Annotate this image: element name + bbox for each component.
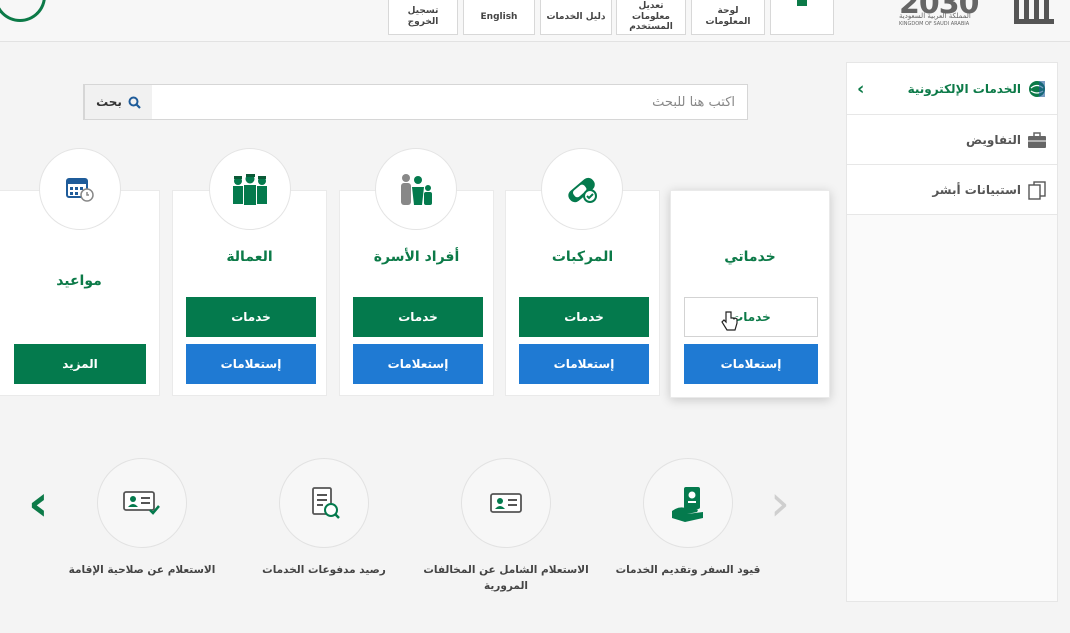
calendar-icon <box>39 148 121 230</box>
invoice-icon <box>312 487 340 519</box>
services-button[interactable]: خدمات <box>519 297 649 337</box>
sidebar-item-eservices[interactable]: ‹ الخدمات الإلكترونية <box>847 63 1057 115</box>
search-button[interactable]: بحث <box>84 85 152 119</box>
card-my-services: خدماتي خدمات إستعلامات <box>670 190 830 398</box>
id-check-icon <box>123 491 160 515</box>
id-card-icon <box>490 493 522 513</box>
globe-icon <box>1027 79 1047 99</box>
card-title: المركبات <box>551 249 614 265</box>
inquiries-button[interactable]: إستعلامات <box>684 344 818 384</box>
search-icon <box>128 96 141 109</box>
services-button[interactable]: خدمات <box>186 297 316 337</box>
carousel-label: رصيد مدفوعات الخدمات <box>262 564 386 576</box>
emblem-logo <box>0 0 46 22</box>
iqama-validity-item[interactable] <box>97 458 187 548</box>
card-title: العمالة <box>226 249 273 265</box>
carousel-next-arrow[interactable]: › <box>770 478 790 528</box>
sidebar-item-label: الخدمات الإلكترونية <box>907 81 1021 96</box>
services-guide-button[interactable]: دليل الخدمات <box>540 0 612 35</box>
briefcase-icon <box>1027 130 1047 150</box>
carousel-label: قيود السفر وتقديم الخدمات <box>615 564 761 576</box>
traffic-violations-item[interactable] <box>461 458 551 548</box>
sidebar-item-label: التفاويض <box>966 132 1021 147</box>
hand-cursor-icon <box>721 311 738 331</box>
card-title: أفراد الأسرة <box>373 249 460 265</box>
workers-icon <box>209 148 291 230</box>
documents-icon <box>1027 180 1047 200</box>
vision-2030-logo: 2030 المملكة العربية السعودية KINGDOM OF… <box>899 0 979 27</box>
inquiries-button[interactable]: إستعلامات <box>353 344 483 384</box>
flag-box <box>770 0 834 35</box>
carousel-label: الاستعلام الشامل عن المخالفات المرورية <box>423 564 589 592</box>
vehicle-icon <box>541 148 623 230</box>
carousel-label: الاستعلام عن صلاحية الإقامة <box>68 564 216 576</box>
search-label: بحث <box>96 95 122 109</box>
sidebar-item-label: استبيانات أبشر <box>932 182 1021 197</box>
edit-user-info-button[interactable]: تعديل معلومات المستخدم <box>616 0 686 35</box>
services-payments-balance-item[interactable] <box>279 458 369 548</box>
passport-hand-icon <box>672 487 703 522</box>
english-button[interactable]: English <box>463 0 535 35</box>
logout-button[interactable]: تسجيل الخروج <box>388 0 458 35</box>
sidebar: ‹ الخدمات الإلكترونية التفاويض استبيانات… <box>846 62 1058 602</box>
inquiries-button[interactable]: إستعلامات <box>519 344 649 384</box>
services-button[interactable]: خدمات <box>684 297 818 337</box>
top-bar: تسجيل الخروج English دليل الخدمات تعديل … <box>0 0 1070 42</box>
chevron-left-icon[interactable]: ‹ <box>857 78 864 99</box>
search-input[interactable] <box>152 85 747 119</box>
search-bar: بحث <box>83 84 748 120</box>
card-title: مواعيد <box>56 273 102 289</box>
sidebar-item-surveys[interactable]: استبيانات أبشر <box>847 165 1057 215</box>
services-button[interactable]: خدمات <box>353 297 483 337</box>
more-button[interactable]: المزيد <box>14 344 146 384</box>
sidebar-item-delegations[interactable]: التفاويض <box>847 115 1057 165</box>
card-title: خدماتي <box>724 249 776 265</box>
inquiries-button[interactable]: إستعلامات <box>186 344 316 384</box>
travel-restrictions-item[interactable] <box>643 458 733 548</box>
carousel-prev-arrow[interactable]: ‹ <box>28 478 49 528</box>
family-icon <box>375 148 457 230</box>
absher-logo <box>1014 0 1054 24</box>
dashboard-button[interactable]: لوحة المعلومات <box>691 0 765 35</box>
